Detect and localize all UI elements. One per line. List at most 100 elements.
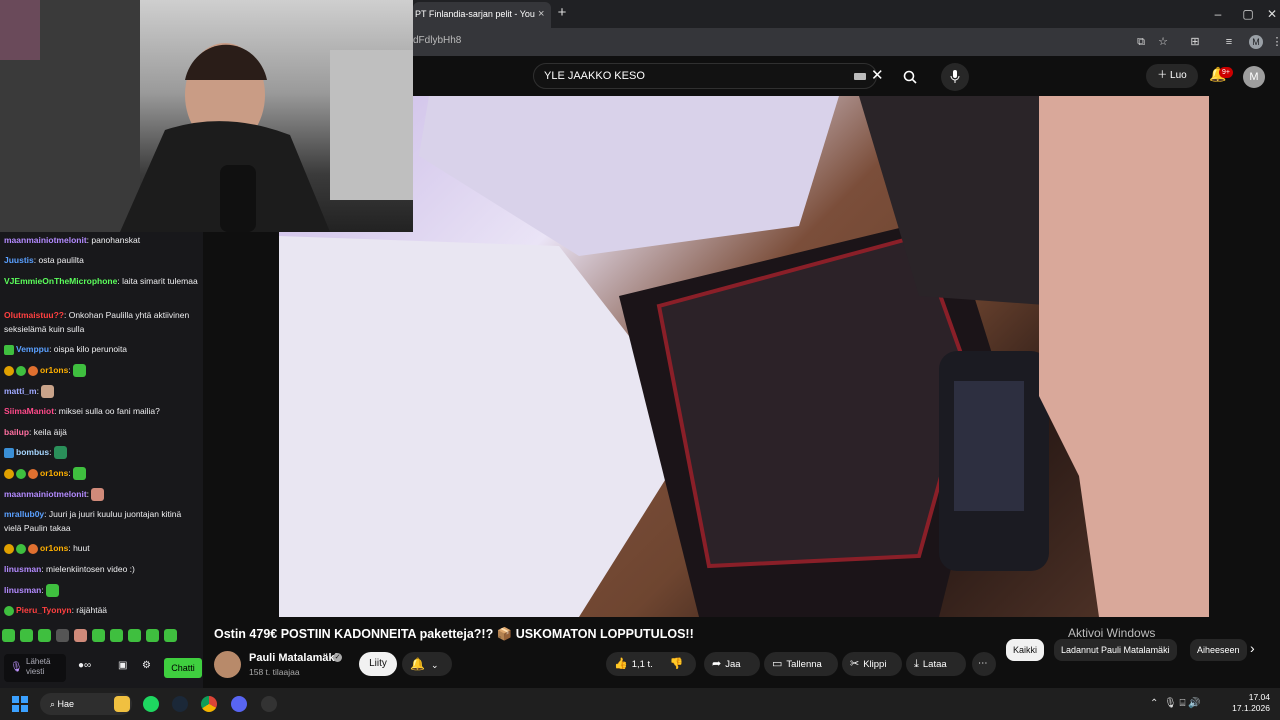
chat-user[interactable]: Olutmaistuu?? (4, 310, 64, 320)
chat-text: : räjähtää (71, 605, 108, 615)
emote-icon[interactable] (2, 629, 15, 642)
search-button[interactable] (897, 64, 923, 90)
close-window-icon[interactable]: ✕ (1260, 4, 1280, 24)
profile-avatar[interactable]: M (1249, 35, 1263, 49)
badge-icon (28, 543, 38, 554)
chat-user[interactable]: Pieru_Tyonyn (16, 605, 72, 615)
chat-user[interactable]: SiimaManiot (4, 406, 54, 416)
browser-menu-icon[interactable]: ⋮ (1269, 34, 1280, 50)
video-player[interactable] (279, 96, 1209, 617)
emote-icon[interactable] (164, 629, 177, 642)
settings-gear-icon[interactable]: ⚙ (142, 660, 151, 671)
cast-icon[interactable]: ⧉ (1133, 34, 1149, 50)
browser-tab[interactable]: PT Finlandia-sarjan pelit - You × (413, 2, 551, 28)
badge-icon (28, 468, 38, 479)
chat-user[interactable]: maanmainiotmelonit (4, 489, 87, 499)
webcam-frame (0, 0, 413, 232)
chat-user[interactable]: mrallub0y (4, 509, 44, 519)
chip-uploaded-by[interactable]: Ladannut Pauli Matalamäki (1054, 639, 1177, 661)
emote-icon[interactable] (110, 629, 123, 642)
emote-icon[interactable] (74, 629, 87, 642)
windows-start-icon[interactable] (12, 696, 28, 712)
emote-icon[interactable] (128, 629, 141, 642)
join-button[interactable]: Liity (359, 652, 397, 676)
file-explorer-icon[interactable] (114, 696, 130, 712)
chat-user[interactable]: linusman (4, 564, 41, 574)
chat-text: : osta paulilta (33, 255, 84, 265)
url-field[interactable]: dFdlybHh8 (413, 35, 461, 46)
more-actions-button[interactable]: ⋯ (972, 652, 996, 676)
system-tray[interactable]: ⌃ 🎙 ⌸ 🔊 (1150, 698, 1201, 709)
youtube-avatar[interactable]: M (1243, 66, 1265, 88)
like-icon[interactable]: 👍 (614, 658, 628, 670)
chip-all[interactable]: Kaikki (1006, 639, 1045, 661)
emote-icon[interactable] (20, 629, 33, 642)
download-button[interactable]: ⤓ Lataa (906, 652, 966, 676)
channel-name[interactable]: Pauli Matalamäki (249, 652, 338, 664)
bookmark-star-icon[interactable]: ☆ (1155, 34, 1171, 50)
emote-icon[interactable] (146, 629, 159, 642)
video-title: Ostin 479€ POSTIIN KADONNEITA paketteja?… (214, 627, 694, 641)
chat-send-button[interactable]: Chatti (164, 658, 202, 678)
chrome-icon[interactable] (201, 696, 217, 712)
chat-user[interactable]: Juustis (4, 255, 34, 265)
create-button[interactable]: ＋ Luo (1146, 64, 1198, 88)
spotify-icon[interactable] (143, 696, 159, 712)
video-side-padding (1209, 96, 1280, 617)
steam-icon[interactable] (172, 696, 188, 712)
emote-icon (46, 584, 60, 598)
chat-message: VJEmmieOnTheMicrophone: laita simarit tu… (4, 274, 200, 288)
volume-icon[interactable]: 🔊 (1188, 698, 1200, 709)
maximize-icon[interactable]: ▢ (1236, 4, 1260, 24)
clock[interactable]: 17.04 17.1.2026 (1228, 692, 1270, 714)
keyboard-icon[interactable] (854, 73, 866, 80)
discord-icon[interactable] (231, 696, 247, 712)
subscribed-bell-button[interactable]: 🔔 ⌄ (402, 652, 452, 676)
chat-input-area: Lähetä viesti 🎙 ●∞ ▣ ⚙ Chatti (0, 650, 203, 688)
chevron-right-icon[interactable]: › (1250, 640, 1255, 656)
chat-user[interactable]: or1ons (40, 365, 68, 375)
clip-button[interactable]: ✂ Klippi (842, 652, 902, 676)
obs-icon[interactable] (261, 696, 277, 712)
voice-search-button[interactable] (941, 63, 969, 91)
chat-user[interactable]: VJEmmieOnTheMicrophone (4, 276, 117, 286)
channel-points-icon[interactable]: ●∞ (78, 660, 91, 671)
microphone-icon[interactable]: 🎙 (1164, 698, 1177, 709)
emote-icon[interactable] (38, 629, 51, 642)
chat-user[interactable]: linusman (4, 585, 41, 595)
like-count[interactable]: 1,1 t. (632, 659, 653, 670)
chat-text: : laita simarit tulemaa (117, 276, 198, 286)
chat-input-placeholder: Lähetä viesti (26, 657, 51, 676)
video-frame (279, 96, 1209, 617)
emote-icon[interactable] (92, 629, 105, 642)
microphone-icon[interactable]: 🎙 (10, 662, 23, 673)
save-button[interactable]: ▭ Tallenna (764, 652, 838, 676)
save-icon: ▭ (772, 658, 783, 670)
extensions-icon[interactable]: ⊞ (1187, 34, 1203, 50)
chip-related[interactable]: Aiheeseen (1190, 639, 1247, 661)
minimize-icon[interactable]: – (1206, 4, 1230, 24)
channel-avatar[interactable] (214, 651, 241, 678)
search-box[interactable]: YLE JAAKKO KESO ✕ (533, 63, 884, 89)
chat-user[interactable]: or1ons (40, 468, 68, 478)
new-tab-button[interactable]: + (551, 3, 573, 25)
search-input[interactable]: YLE JAAKKO KESO (544, 70, 645, 82)
dislike-icon[interactable]: 👎 (669, 658, 683, 670)
network-icon[interactable]: ⌸ (1179, 698, 1185, 709)
notification-badge: 9+ (1219, 67, 1233, 78)
chat-user[interactable]: or1ons (40, 543, 68, 553)
share-button[interactable]: ➦ Jaa (704, 652, 760, 676)
chat-user[interactable]: Vemppu (16, 344, 49, 354)
chat-user[interactable]: maanmainiotmelonit (4, 235, 87, 245)
chat-user[interactable]: bombus (16, 447, 49, 457)
chat-text: : (41, 585, 44, 595)
tab-close-icon[interactable]: × (538, 2, 544, 26)
clear-search-icon[interactable]: ✕ (871, 68, 884, 84)
emote-icon[interactable] (56, 629, 69, 642)
chat-user[interactable]: bailup (4, 427, 29, 437)
chat-user[interactable]: matti_m (4, 386, 37, 396)
chat-text: : huut (68, 543, 90, 553)
chevron-up-icon[interactable]: ⌃ (1150, 698, 1158, 709)
shop-icon[interactable]: ▣ (118, 660, 127, 671)
reading-list-icon[interactable]: ≡ (1221, 34, 1237, 50)
